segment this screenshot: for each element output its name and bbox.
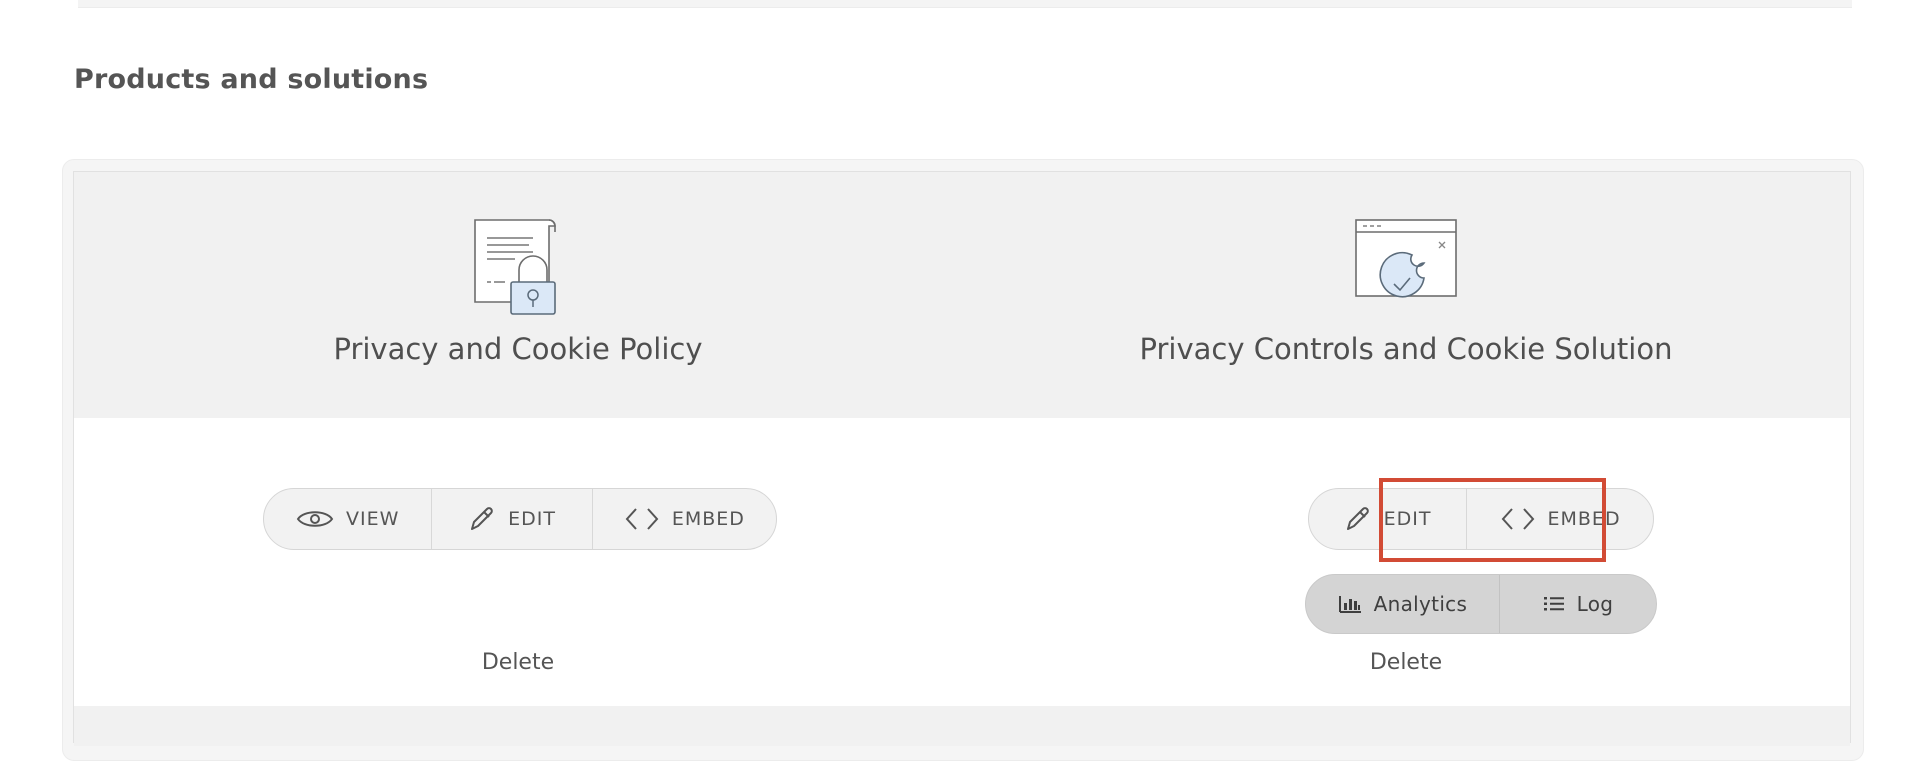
- log-button-label: Log: [1576, 592, 1614, 616]
- product-secondary-actions: Analytics Log: [1305, 574, 1657, 634]
- delete-link[interactable]: Delete: [962, 650, 1850, 675]
- privacy-policy-lock-icon: [474, 219, 556, 315]
- analytics-button-label: Analytics: [1373, 592, 1468, 616]
- product-title: Privacy Controls and Cookie Solution: [1139, 332, 1673, 366]
- pencil-icon: [468, 505, 496, 533]
- list-icon: [1543, 595, 1565, 613]
- products-card-footer: [74, 706, 1850, 746]
- highlight-box: [1379, 478, 1606, 562]
- section-title: Products and solutions: [74, 64, 429, 95]
- log-button[interactable]: Log: [1498, 575, 1656, 633]
- cookie-browser-icon: [1355, 219, 1457, 298]
- product-privacy-controls-cookie-solution: Privacy Controls and Cookie Solution EDI…: [962, 172, 1850, 706]
- pencil-icon: [1344, 505, 1372, 533]
- embed-button[interactable]: EMBED: [591, 489, 776, 549]
- view-button[interactable]: VIEW: [264, 489, 431, 549]
- bar-chart-icon: [1338, 594, 1362, 614]
- product-title: Privacy and Cookie Policy: [333, 332, 703, 366]
- product-privacy-cookie-policy: Privacy and Cookie Policy VIEW EDIT EMBE…: [74, 172, 962, 706]
- products-card: Privacy and Cookie Policy VIEW EDIT EMBE…: [73, 171, 1851, 746]
- edit-button-label: EDIT: [508, 508, 556, 530]
- embed-button-label: EMBED: [671, 508, 745, 530]
- edit-button[interactable]: EDIT: [431, 489, 591, 549]
- delete-link[interactable]: Delete: [74, 650, 962, 675]
- eye-icon: [296, 507, 334, 531]
- product-actions: VIEW EDIT EMBED: [263, 488, 777, 550]
- top-divider: [78, 0, 1852, 8]
- analytics-button[interactable]: Analytics: [1306, 575, 1499, 633]
- code-icon: [624, 506, 660, 532]
- view-button-label: VIEW: [345, 508, 400, 530]
